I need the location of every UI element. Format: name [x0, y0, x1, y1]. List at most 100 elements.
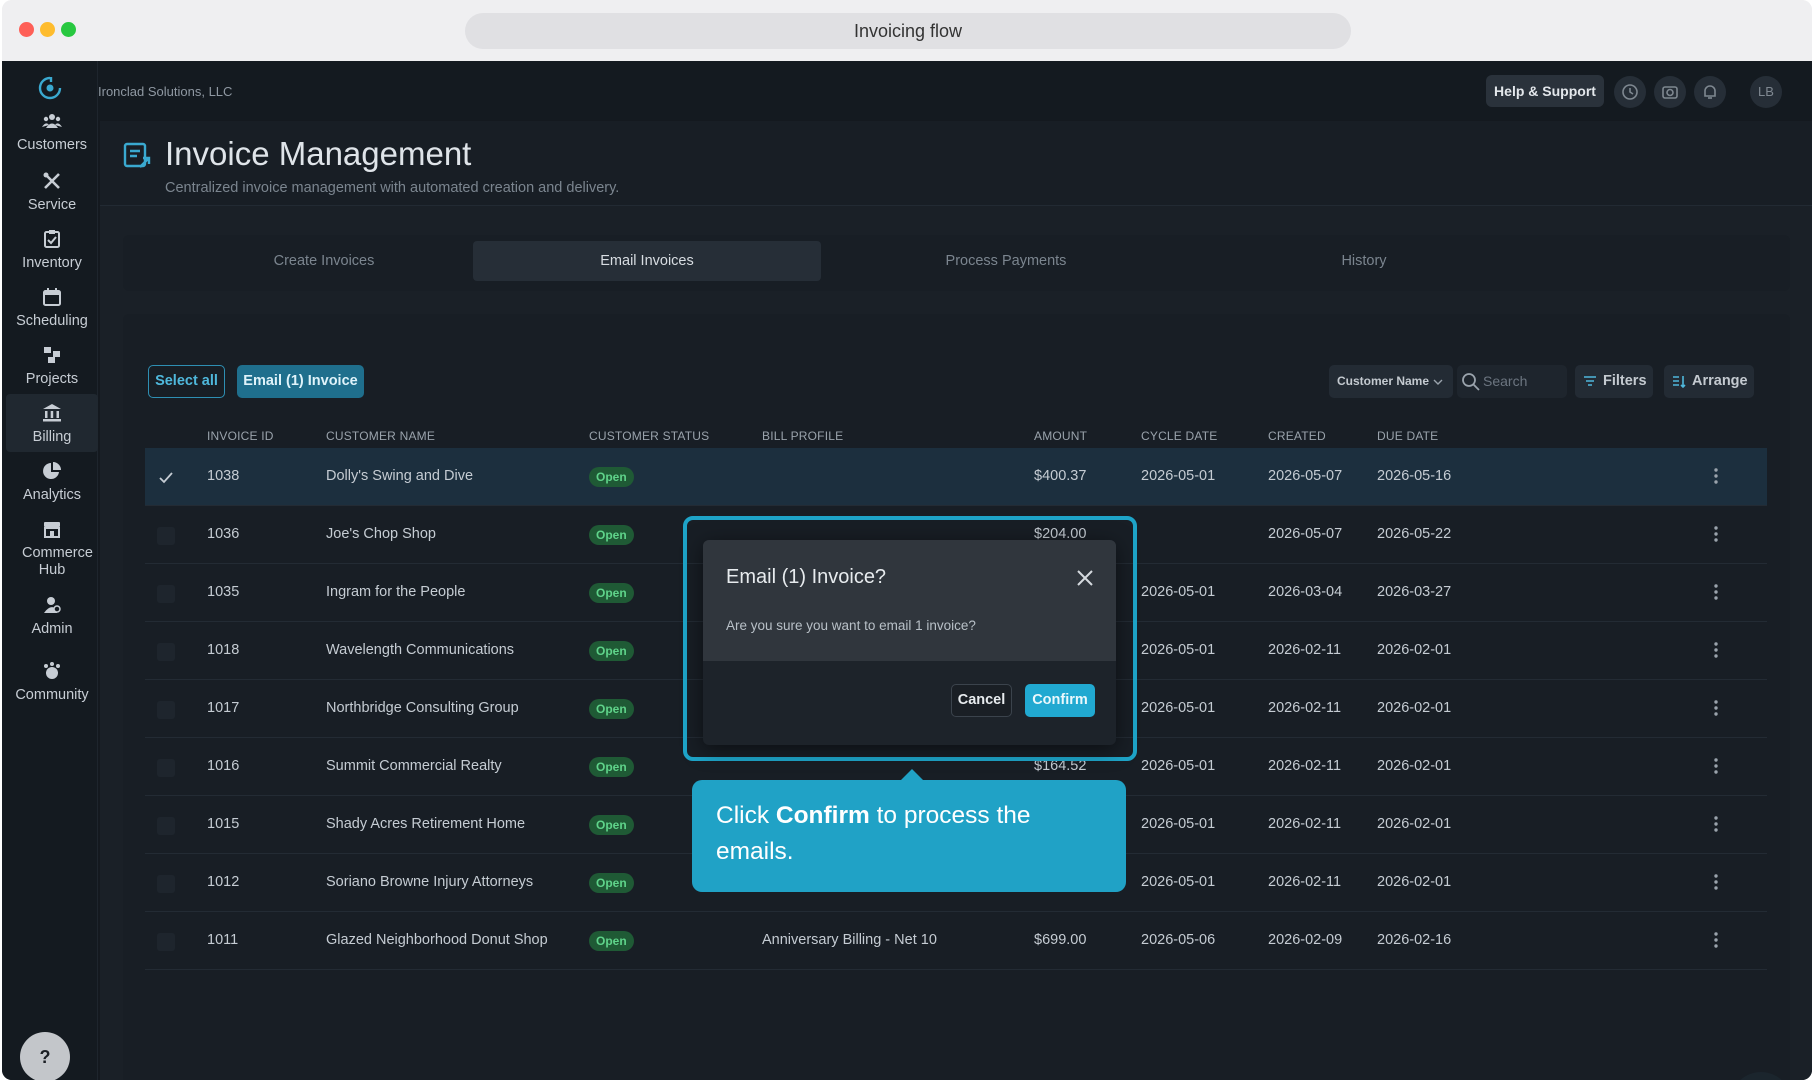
customers-icon — [42, 114, 62, 128]
history-icon — [1622, 84, 1638, 100]
cell-customer-name: Soriano Browne Injury Attorneys — [326, 874, 534, 890]
cell-created: 2026-02-09 — [1268, 932, 1343, 948]
tab-create-invoices[interactable]: Create Invoices — [123, 241, 525, 281]
filters-button[interactable]: Filters — [1575, 365, 1653, 398]
sidebar-item-label: Inventory — [22, 255, 82, 271]
camera-icon — [1662, 86, 1678, 99]
row-checkbox[interactable] — [157, 585, 175, 603]
cell-invoice-id: 1015 — [207, 816, 240, 832]
kebab-icon — [1714, 758, 1718, 774]
sidebar-item-admin[interactable]: Admin — [6, 595, 98, 637]
cell-created: 2026-02-11 — [1268, 642, 1342, 658]
kebab-icon — [1714, 816, 1718, 832]
arrange-icon — [1673, 376, 1686, 388]
column-header-cycle-date[interactable]: CYCLE DATE — [1141, 429, 1217, 443]
help-support-button[interactable]: Help & Support — [1486, 75, 1604, 107]
status-badge: Open — [589, 873, 634, 893]
row-menu-button[interactable] — [1713, 873, 1719, 896]
sidebar-item-analytics[interactable]: Analytics — [6, 461, 98, 503]
cell-invoice-id: 1016 — [207, 758, 240, 774]
column-header-due-date[interactable]: DUE DATE — [1377, 429, 1438, 443]
search-input[interactable]: Search — [1457, 365, 1567, 398]
row-checkbox[interactable] — [157, 701, 175, 719]
sidebar-item-scheduling[interactable]: Scheduling — [6, 287, 98, 329]
cell-customer-name: Joe's Chop Shop — [326, 526, 436, 542]
column-header-amount[interactable]: AMOUNT — [1034, 429, 1087, 443]
app-root: Customers Service Inventory Scheduling P… — [2, 61, 1812, 1080]
table-row[interactable]: 1038 Dolly's Swing and Dive $400.37 2026-05… — [145, 448, 1767, 506]
cell-invoice-id: 1018 — [207, 642, 240, 658]
row-menu-button[interactable] — [1713, 931, 1719, 954]
help-fab-button[interactable]: ? — [20, 1032, 70, 1080]
row-checkbox[interactable] — [157, 933, 175, 951]
sidebar-item-projects[interactable]: Projects — [6, 345, 98, 387]
app-logo-icon[interactable] — [38, 76, 62, 100]
row-checkbox[interactable] — [157, 643, 175, 661]
cell-bill-profile: Anniversary Billing - Net 10 — [762, 932, 937, 948]
row-menu-button[interactable] — [1713, 525, 1719, 548]
row-checkbox[interactable] — [157, 469, 175, 487]
arrange-button[interactable]: Arrange — [1664, 365, 1754, 398]
cell-created: 2026-02-11 — [1268, 758, 1342, 774]
cancel-button[interactable]: Cancel — [951, 684, 1012, 717]
cell-due-date: 2026-02-01 — [1377, 700, 1452, 716]
column-header-customer-name[interactable]: CUSTOMER NAME — [326, 429, 435, 443]
row-menu-button[interactable] — [1713, 641, 1719, 664]
sidebar-item-inventory[interactable]: Inventory — [6, 229, 98, 271]
company-name: Ironclad Solutions, LLC — [98, 84, 233, 99]
sidebar-item-customers[interactable]: Customers — [6, 111, 98, 153]
row-checkbox[interactable] — [157, 527, 175, 545]
sidebar-item-label: Projects — [25, 371, 79, 387]
close-icon[interactable] — [1076, 569, 1094, 587]
inventory-icon — [44, 230, 60, 248]
minimize-window-button[interactable] — [40, 22, 55, 37]
history-button[interactable] — [1614, 76, 1646, 108]
camera-button[interactable] — [1654, 76, 1686, 108]
email-invoice-button[interactable]: Email (1) Invoice — [237, 365, 364, 398]
tab-history[interactable]: History — [1163, 241, 1565, 281]
row-menu-button[interactable] — [1713, 583, 1719, 606]
cell-invoice-id: 1036 — [207, 526, 240, 542]
sidebar-item-community[interactable]: Community — [6, 661, 98, 703]
cell-customer-name: Wavelength Communications — [326, 642, 515, 658]
column-header-created[interactable]: CREATED — [1268, 429, 1326, 443]
row-checkbox[interactable] — [157, 875, 175, 893]
notifications-button[interactable] — [1694, 76, 1726, 108]
tab-process-payments[interactable]: Process Payments — [805, 241, 1207, 281]
sidebar-item-label: Scheduling — [16, 313, 88, 329]
address-bar[interactable]: Invoicing flow — [465, 13, 1351, 49]
column-header-invoice-id[interactable]: INVOICE ID — [207, 429, 274, 443]
row-menu-button[interactable] — [1713, 467, 1719, 490]
column-header-customer-status[interactable]: CUSTOMER STATUS — [589, 429, 709, 443]
row-menu-button[interactable] — [1713, 757, 1719, 780]
calendar-icon — [43, 288, 61, 306]
sidebar-item-billing[interactable]: Billing — [6, 394, 98, 452]
row-menu-button[interactable] — [1713, 699, 1719, 722]
maximize-window-button[interactable] — [61, 22, 76, 37]
sidebar-item-commerce-hub[interactable]: Commerce Hub — [6, 519, 98, 579]
tooltip-text-prefix: Click — [716, 802, 776, 829]
row-menu-button[interactable] — [1713, 815, 1719, 838]
tooltip-text-emphasis: Confirm — [775, 802, 870, 829]
row-checkbox[interactable] — [157, 759, 175, 777]
select-all-button[interactable]: Select all — [148, 365, 225, 398]
table-row[interactable]: 1011 Glazed Neighborhood Donut Shop Annive… — [145, 912, 1767, 970]
column-header-bill-profile[interactable]: BILL PROFILE — [762, 429, 843, 443]
sort-field-select[interactable]: Customer Name — [1329, 365, 1453, 398]
tab-bar: Create Invoices Email Invoices Process P… — [123, 235, 1790, 291]
dialog-message: Are you sure you want to email 1 invoice… — [726, 618, 976, 633]
confirm-button[interactable]: Confirm — [1025, 684, 1095, 717]
close-window-button[interactable] — [19, 22, 34, 37]
tooltip-arrow — [901, 769, 923, 780]
kebab-icon — [1714, 700, 1718, 716]
cell-due-date: 2026-02-01 — [1377, 816, 1452, 832]
sidebar-item-service[interactable]: Service — [6, 171, 98, 213]
user-avatar[interactable]: LB — [1750, 76, 1782, 108]
row-checkbox[interactable] — [157, 817, 175, 835]
bank-icon — [43, 404, 61, 422]
cell-cycle-date: 2026-05-01 — [1141, 584, 1216, 600]
tab-email-invoices[interactable]: Email Invoices — [473, 241, 821, 281]
status-badge: Open — [589, 757, 634, 777]
cell-cycle-date: 2026-05-01 — [1141, 642, 1216, 658]
cell-invoice-id: 1012 — [207, 874, 240, 890]
